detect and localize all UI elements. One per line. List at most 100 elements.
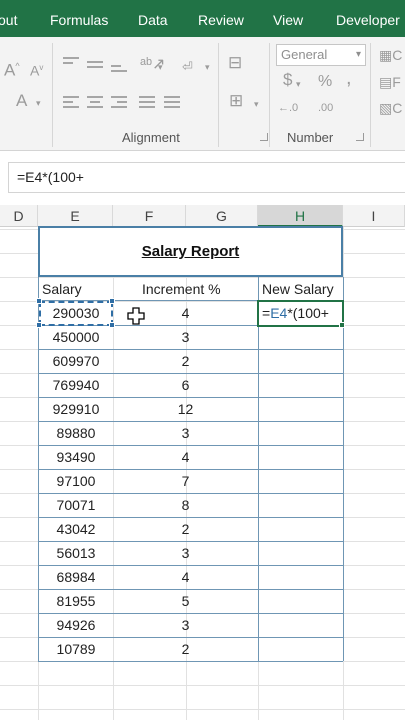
increment-cell[interactable]: 3 bbox=[113, 613, 258, 637]
wrap-dropdown-icon[interactable]: ▾ bbox=[205, 59, 210, 75]
cell-styles-button[interactable]: ▧C bbox=[379, 100, 402, 116]
formula-bar[interactable]: =E4*(100+ bbox=[8, 162, 405, 193]
column-header-f[interactable]: F bbox=[113, 205, 186, 227]
salary-cell[interactable]: 97100 bbox=[39, 469, 113, 493]
merge-dropdown-icon[interactable]: ▾ bbox=[254, 96, 259, 112]
increment-cell[interactable]: 7 bbox=[113, 469, 258, 493]
align-left-icon[interactable] bbox=[63, 96, 79, 111]
decrease-decimal-button[interactable]: .00 bbox=[318, 100, 333, 116]
increase-indent-icon[interactable] bbox=[164, 96, 180, 111]
increment-cell[interactable]: 2 bbox=[113, 517, 258, 541]
salary-cell[interactable]: 769940 bbox=[39, 373, 113, 397]
shrink-font-button[interactable]: Av bbox=[30, 60, 43, 79]
table-row: 70071 8 bbox=[0, 493, 405, 517]
comma-button[interactable]: , bbox=[346, 68, 352, 88]
decrease-indent-icon[interactable] bbox=[139, 96, 155, 111]
tab-layout[interactable]: out bbox=[0, 0, 17, 37]
salary-cell[interactable]: 450000 bbox=[39, 325, 113, 349]
format-as-table-button[interactable]: ▤F bbox=[379, 74, 401, 90]
column-header-g[interactable]: G bbox=[186, 205, 258, 227]
salary-cell[interactable]: 81955 bbox=[39, 589, 113, 613]
tab-developer[interactable]: Developer bbox=[336, 0, 400, 37]
align-top-icon[interactable] bbox=[63, 57, 79, 67]
new-salary-header[interactable]: New Salary bbox=[262, 281, 334, 297]
column-header-e[interactable]: E bbox=[38, 205, 113, 227]
ribbon-separator bbox=[218, 43, 219, 147]
increment-cell[interactable]: 2 bbox=[113, 349, 258, 373]
increment-cell[interactable]: 8 bbox=[113, 493, 258, 517]
font-color-button[interactable]: A bbox=[16, 92, 27, 109]
salary-cell[interactable]: 609970 bbox=[39, 349, 113, 373]
table-row: 89880 3 bbox=[0, 421, 405, 445]
tab-formulas[interactable]: Formulas bbox=[50, 0, 108, 37]
number-format-select[interactable]: General ▾ bbox=[276, 44, 366, 66]
tab-view[interactable]: View bbox=[273, 0, 303, 37]
table-row: 450000 3 bbox=[0, 325, 405, 349]
salary-cell[interactable]: 68984 bbox=[39, 565, 113, 589]
active-cell-h4[interactable]: =E4*(100+ bbox=[257, 300, 344, 327]
salary-cell[interactable]: 70071 bbox=[39, 493, 113, 517]
currency-button[interactable]: $ bbox=[283, 71, 292, 88]
formula-rest: *(100+ bbox=[287, 305, 329, 321]
table-row: 56013 3 bbox=[0, 541, 405, 565]
orientation-dropdown-icon[interactable]: ▾ bbox=[158, 59, 163, 75]
number-launcher-icon[interactable] bbox=[356, 133, 364, 141]
increment-cell[interactable]: 4 bbox=[113, 565, 258, 589]
formula-bar-zone: =E4*(100+ bbox=[0, 151, 405, 205]
gridline-horizontal bbox=[0, 277, 405, 278]
fill-handle[interactable] bbox=[339, 322, 345, 328]
increase-decimal-button[interactable]: ←.0 bbox=[278, 100, 298, 116]
salary-cell[interactable]: 929910 bbox=[39, 397, 113, 421]
alignment-launcher-icon[interactable] bbox=[260, 133, 268, 141]
ribbon-separator bbox=[370, 43, 371, 147]
increment-cell[interactable]: 4 bbox=[113, 445, 258, 469]
align-middle-icon[interactable] bbox=[87, 61, 103, 71]
salary-cell[interactable]: 10789 bbox=[39, 637, 113, 661]
conditional-format-button[interactable]: ▦C bbox=[379, 47, 402, 63]
selection-handle[interactable] bbox=[36, 322, 42, 328]
increment-cell[interactable]: 12 bbox=[113, 397, 258, 421]
increment-cell[interactable]: 5 bbox=[113, 589, 258, 613]
merge-center-icon[interactable]: ⊞ bbox=[229, 92, 243, 109]
selection-handle[interactable] bbox=[36, 298, 42, 304]
increment-cell[interactable]: 3 bbox=[113, 541, 258, 565]
merge-cells-icon[interactable]: ⊟ bbox=[228, 54, 242, 71]
salary-cell[interactable]: 56013 bbox=[39, 541, 113, 565]
column-header-h[interactable]: H bbox=[258, 205, 343, 227]
column-header-d[interactable]: D bbox=[0, 205, 38, 227]
font-color-dropdown-icon[interactable]: ▾ bbox=[36, 95, 41, 111]
ribbon-separator bbox=[52, 43, 53, 147]
ribbon-tab-bar: out Formulas Data Review View Developer bbox=[0, 0, 405, 37]
table-row: 769940 6 bbox=[0, 373, 405, 397]
cell-select-cursor-icon bbox=[127, 307, 145, 325]
salary-cell[interactable]: 94926 bbox=[39, 613, 113, 637]
increment-cell[interactable]: 6 bbox=[113, 373, 258, 397]
salary-cell[interactable]: 43042 bbox=[39, 517, 113, 541]
increment-cell[interactable]: 2 bbox=[113, 637, 258, 661]
salary-header[interactable]: Salary bbox=[42, 281, 82, 297]
selection-handle[interactable] bbox=[109, 322, 115, 328]
formula-bar-text: =E4*(100+ bbox=[17, 169, 84, 185]
report-title-cell[interactable]: Salary Report bbox=[38, 226, 343, 277]
tab-review[interactable]: Review bbox=[198, 0, 244, 37]
increment-cell[interactable]: 3 bbox=[113, 421, 258, 445]
table-row: 93490 4 bbox=[0, 445, 405, 469]
salary-cell[interactable]: 89880 bbox=[39, 421, 113, 445]
tab-data[interactable]: Data bbox=[138, 0, 168, 37]
active-cell-formula: =E4*(100+ bbox=[262, 305, 329, 321]
selection-handle[interactable] bbox=[109, 298, 115, 304]
increment-header[interactable]: Increment % bbox=[142, 281, 221, 297]
grow-font-button[interactable]: A^ bbox=[4, 58, 20, 79]
align-bottom-icon[interactable] bbox=[111, 65, 127, 75]
align-center-icon[interactable] bbox=[87, 96, 103, 111]
number-format-value: General bbox=[281, 47, 328, 62]
wrap-text-icon[interactable]: ⏎ bbox=[182, 59, 193, 75]
align-right-icon[interactable] bbox=[111, 96, 127, 111]
increment-cell[interactable]: 3 bbox=[113, 325, 258, 349]
percent-button[interactable]: % bbox=[318, 74, 332, 90]
salary-cell[interactable]: 93490 bbox=[39, 445, 113, 469]
table-column-border bbox=[38, 277, 39, 661]
column-header-i[interactable]: I bbox=[343, 205, 405, 227]
table-row: 97100 7 bbox=[0, 469, 405, 493]
currency-dropdown-icon[interactable]: ▾ bbox=[296, 76, 301, 92]
